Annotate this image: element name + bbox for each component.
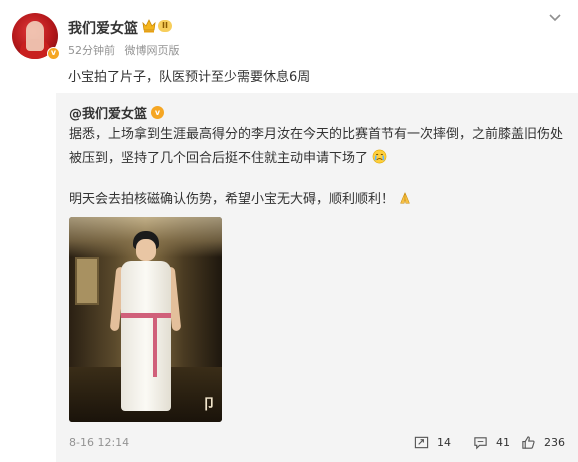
crying-emoji-icon xyxy=(372,149,387,164)
repost-date[interactable]: 8-16 12:14 xyxy=(69,436,129,449)
repost-paragraph-2: 明天会去拍核磁确认伤势，希望小宝无大碍，顺利顺利！ xyxy=(69,188,412,207)
post-time[interactable]: 52分钟前 xyxy=(68,44,115,57)
repost-card[interactable]: @我们爱女篮 v 据悉，上场拿到生涯最高得分的李月汝在今天的比赛首节有一次摔倒，… xyxy=(56,93,578,462)
forward-button[interactable]: 14 xyxy=(414,433,451,451)
forward-count: 14 xyxy=(437,435,451,449)
member-badge[interactable]: II xyxy=(141,18,172,33)
like-button[interactable]: 236 xyxy=(521,433,565,451)
repost-author[interactable]: @我们爱女篮 v xyxy=(69,103,165,122)
verified-icon: v xyxy=(151,106,165,119)
pray-emoji-icon xyxy=(400,192,410,204)
thumbs-up-icon xyxy=(522,435,535,449)
weibo-post: v 我们爱女篮 II 52分钟前 微博网页版 小宝拍了片子，队医预计至少需要休息… xyxy=(0,0,578,462)
post-photo[interactable]: 卩 xyxy=(69,217,222,422)
level-badge: II xyxy=(158,19,172,32)
like-count: 236 xyxy=(544,435,565,449)
username[interactable]: 我们爱女篮 xyxy=(68,18,138,38)
comment-button[interactable]: 41 xyxy=(473,433,510,451)
forward-icon xyxy=(414,436,429,448)
verified-icon: v xyxy=(47,47,60,60)
chevron-down-icon[interactable] xyxy=(548,12,562,24)
watermark-logo: 卩 xyxy=(202,397,216,413)
comment-count: 41 xyxy=(496,435,510,449)
post-meta: 52分钟前 微博网页版 xyxy=(68,42,186,58)
crown-icon xyxy=(142,19,156,33)
repost-author-name[interactable]: @我们爱女篮 xyxy=(69,103,147,122)
post-text: 小宝拍了片子，队医预计至少需要休息6周 xyxy=(68,70,311,85)
post-source: 微博网页版 xyxy=(124,44,180,57)
comment-icon xyxy=(474,436,487,449)
repost-paragraph-1-text: 据悉，上场拿到生涯最高得分的李月汝在今天的比赛首节有一次摔倒，之前膝盖旧伤处被压… xyxy=(69,127,564,166)
repost-paragraph-1: 据悉，上场拿到生涯最高得分的李月汝在今天的比赛首节有一次摔倒，之前膝盖旧伤处被压… xyxy=(69,123,569,171)
repost-paragraph-2-text: 明天会去拍核磁确认伤势，希望小宝无大碍，顺利顺利！ xyxy=(69,192,395,207)
